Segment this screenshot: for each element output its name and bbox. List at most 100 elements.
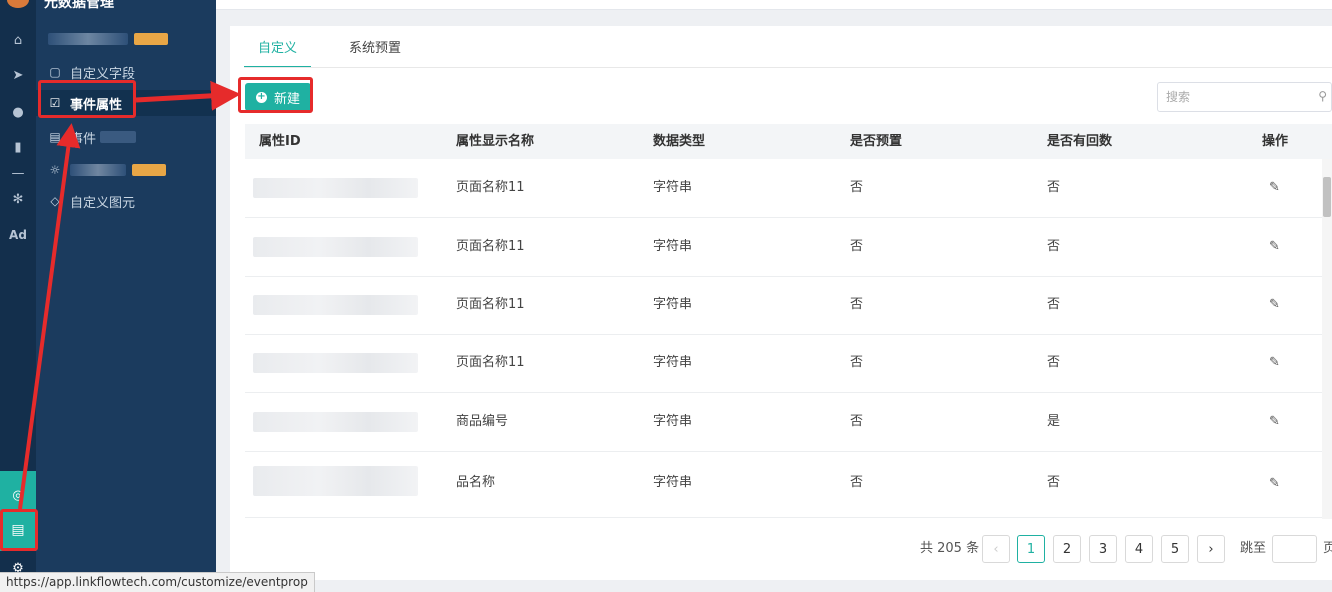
home-icon[interactable]: ⌂ — [0, 29, 36, 51]
table-row[interactable]: 页面名称11 字符串 否 否 ✎ — [245, 276, 1325, 335]
cell-type: 字符串 — [653, 239, 693, 254]
page-button-2[interactable]: 2 — [1053, 535, 1081, 563]
edit-icon[interactable]: ✎ — [1269, 297, 1283, 312]
send-icon[interactable]: ➤ — [0, 64, 36, 86]
bar-chart-icon[interactable]: ▮ — [0, 136, 36, 158]
blurred-label — [100, 131, 137, 143]
edit-icon[interactable]: ✎ — [1269, 239, 1283, 254]
cell-type: 字符串 — [653, 297, 693, 312]
table-header: 属性ID 属性显示名称 数据类型 是否预置 是否有回数 操作 — [245, 124, 1332, 159]
blurred-id — [253, 412, 418, 432]
column-header-preset: 是否预置 — [850, 134, 903, 149]
sidebar-item-blurred-2[interactable]: ☼ — [36, 157, 216, 183]
page-button-4[interactable]: 4 — [1125, 535, 1153, 563]
table-row[interactable]: 页面名称11 字符串 否 否 ✎ — [245, 218, 1325, 277]
edit-icon[interactable]: ✎ — [1269, 180, 1283, 195]
column-header-actions: 操作 — [1262, 134, 1289, 149]
cell-name: 页面名称11 — [456, 297, 525, 312]
cell-has-data: 否 — [1047, 239, 1061, 254]
blurred-label — [48, 33, 128, 45]
cell-type: 字符串 — [653, 475, 693, 490]
cell-preset: 否 — [850, 239, 864, 254]
tab-divider — [244, 67, 1332, 68]
edit-icon[interactable]: ✎ — [1269, 355, 1283, 370]
sidebar-item-events[interactable]: ▤ 事件 — [36, 124, 216, 150]
annotation-box-rail — [0, 509, 38, 551]
edit-icon[interactable]: ✎ — [1269, 476, 1283, 491]
edit-icon[interactable]: ✎ — [1269, 414, 1283, 429]
tab-custom[interactable]: 自定义 — [244, 26, 312, 68]
ad-icon[interactable]: Ad — [0, 224, 36, 246]
search-input[interactable] — [1166, 90, 1306, 104]
annotation-box-new — [238, 77, 313, 113]
jump-page-input[interactable] — [1272, 535, 1317, 563]
cell-has-data: 否 — [1047, 180, 1061, 195]
blurred-id — [253, 237, 418, 257]
cell-has-data: 否 — [1047, 355, 1061, 370]
cell-has-data: 否 — [1047, 297, 1061, 312]
cell-name: 商品编号 — [456, 414, 509, 429]
top-bar — [216, 0, 1332, 10]
sidebar-item-blurred-1[interactable] — [36, 26, 216, 52]
tab-bar: 自定义 系统预置 — [244, 26, 439, 68]
cell-preset: 否 — [850, 414, 864, 429]
cell-type: 字符串 — [653, 414, 693, 429]
page-button-5[interactable]: 5 — [1161, 535, 1189, 563]
wechat-icon[interactable]: ✻ — [0, 188, 36, 210]
page-suffix: 页 — [1323, 541, 1332, 556]
cell-name: 品名称 — [456, 475, 496, 490]
blurred-badge — [132, 164, 166, 176]
icon-rail: ⌂ ➤ ● ▮ — ✻ Ad ◎ ▤ ⚙ — [0, 0, 36, 592]
blurred-label — [70, 164, 126, 176]
table-scrollbar[interactable] — [1322, 159, 1332, 519]
sidebar-item-label: 自定义字段 — [70, 66, 136, 82]
cell-preset: 否 — [850, 297, 864, 312]
status-url-bar: https://app.linkflowtech.com/customize/e… — [0, 572, 315, 592]
cell-preset: 否 — [850, 355, 864, 370]
blurred-id — [253, 466, 418, 496]
cell-name: 页面名称11 — [456, 239, 525, 254]
scrollbar-thumb[interactable] — [1323, 177, 1331, 217]
jump-label: 跳至 — [1240, 541, 1267, 556]
field-icon: ▢ — [49, 65, 61, 79]
shapes-icon: ◇ — [50, 194, 60, 208]
next-page-button[interactable]: › — [1197, 535, 1225, 563]
table-row[interactable]: 页面名称11 字符串 否 否 ✎ — [245, 334, 1325, 393]
search-box[interactable]: ⚲ — [1157, 82, 1332, 112]
sun-icon: ☼ — [49, 163, 61, 177]
logo-icon — [7, 0, 29, 8]
page-button-3[interactable]: 3 — [1089, 535, 1117, 563]
sidebar-item-label: 自定义图元 — [70, 195, 136, 211]
column-header-name: 属性显示名称 — [456, 134, 535, 149]
blurred-badge — [134, 33, 168, 45]
prev-page-button[interactable]: ‹ — [982, 535, 1010, 563]
sidebar-item-label: 事件 — [70, 131, 97, 147]
column-header-id: 属性ID — [259, 134, 301, 149]
blurred-id — [253, 178, 418, 198]
table-row[interactable]: 页面名称11 字符串 否 否 ✎ — [245, 159, 1325, 218]
cell-name: 页面名称11 — [456, 180, 525, 195]
cell-type: 字符串 — [653, 355, 693, 370]
sidebar-item-custom-element[interactable]: ◇ 自定义图元 — [36, 188, 216, 214]
user-icon[interactable]: ● — [0, 101, 36, 123]
blurred-id — [253, 295, 418, 315]
pagination-total: 共 205 条 — [920, 541, 980, 556]
cell-preset: 否 — [850, 180, 864, 195]
blurred-id — [253, 353, 418, 373]
column-header-has-data: 是否有回数 — [1047, 134, 1113, 149]
list-icon: ▤ — [49, 130, 61, 144]
cell-type: 字符串 — [653, 180, 693, 195]
cell-has-data: 否 — [1047, 475, 1061, 490]
cell-preset: 否 — [850, 475, 864, 490]
cell-has-data: 是 — [1047, 414, 1061, 429]
main-panel: 自定义 系统预置 + 新建 ⚲ 属性ID 属性显示名称 数据类型 是否预置 是否… — [230, 26, 1332, 580]
tab-system-preset[interactable]: 系统预置 — [335, 26, 415, 68]
cell-name: 页面名称11 — [456, 355, 525, 370]
target-icon[interactable]: ◎ — [0, 484, 36, 506]
divider-icon: — — [11, 165, 25, 181]
table-row[interactable]: 品名称 字符串 否 否 ✎ — [245, 452, 1325, 518]
table-row[interactable]: 商品编号 字符串 否 是 ✎ — [245, 393, 1325, 452]
app-title: 元数据管理 — [44, 0, 114, 11]
search-icon[interactable]: ⚲ — [1318, 89, 1327, 103]
page-button-1[interactable]: 1 — [1017, 535, 1045, 563]
